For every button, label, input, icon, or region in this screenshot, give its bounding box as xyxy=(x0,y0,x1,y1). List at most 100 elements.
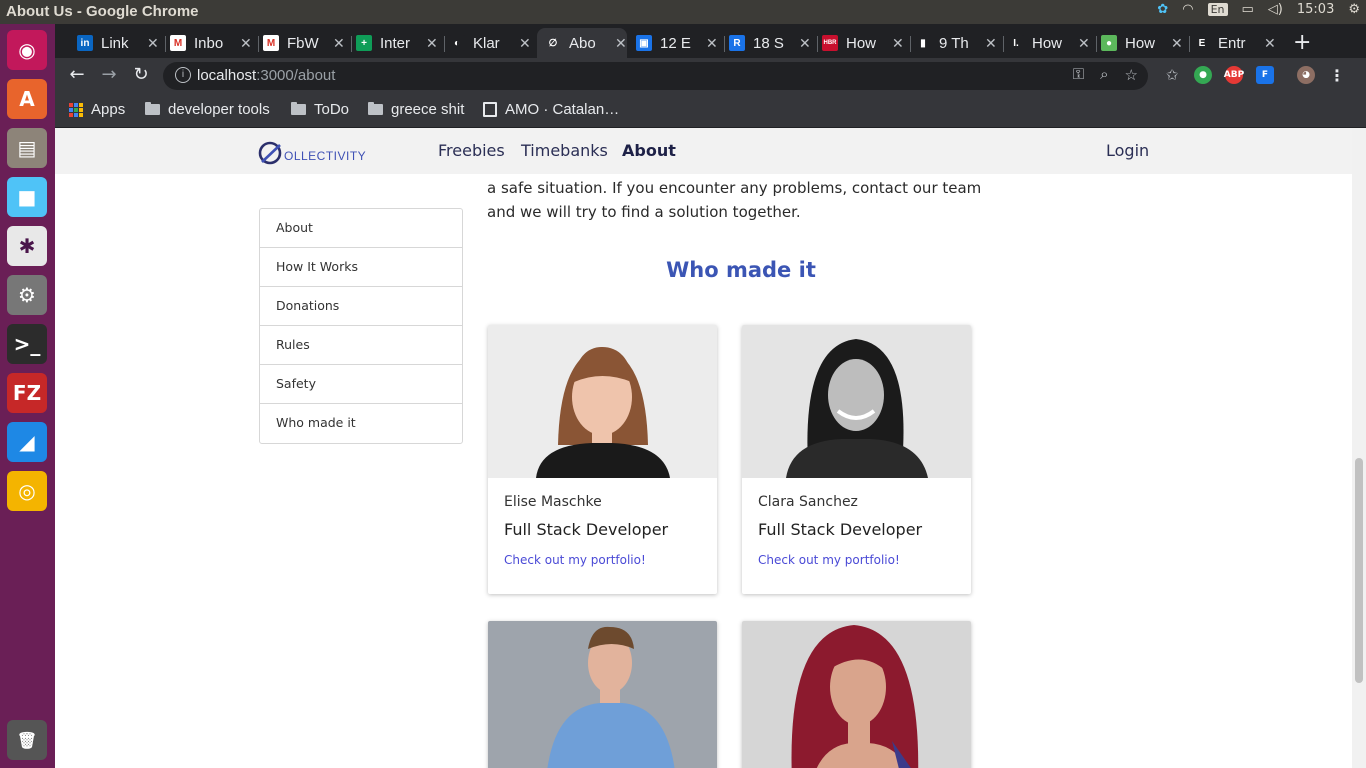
tab-close-icon[interactable]: ✕ xyxy=(519,35,531,52)
nav-login[interactable]: Login xyxy=(1106,141,1149,160)
bookmark-label: ToDo xyxy=(314,101,350,118)
browser-tab[interactable]: ∅ Abo ✕ xyxy=(537,28,627,58)
browser-tab[interactable]: in Link ✕ xyxy=(77,28,164,58)
menu-item-safety[interactable]: Safety xyxy=(260,365,462,404)
ubuntu-dash-icon[interactable]: ◉ xyxy=(7,30,47,70)
tab-close-icon[interactable]: ✕ xyxy=(892,35,904,52)
url-path: :3000/about xyxy=(256,67,336,84)
key-icon[interactable]: ⚿ xyxy=(1073,66,1084,84)
volume-icon[interactable]: ◁) xyxy=(1268,2,1283,17)
weather-icon[interactable]: ✿ xyxy=(1157,2,1168,17)
browser-tab[interactable]: ▣ 12 E ✕ xyxy=(636,28,723,58)
tab-close-icon[interactable]: ✕ xyxy=(1078,35,1090,52)
tab-close-icon[interactable]: ✕ xyxy=(333,35,345,52)
portrait-image xyxy=(488,325,717,478)
portfolio-link[interactable]: Check out my portfolio! xyxy=(758,553,971,567)
browser-tab[interactable]: E Entr ✕ xyxy=(1194,28,1281,58)
browser-tab[interactable]: + Inter ✕ xyxy=(356,28,443,58)
tab-favicon-icon: + xyxy=(356,35,372,51)
browser-tab[interactable]: ▮ 9 Th ✕ xyxy=(915,28,1002,58)
tab-title: How xyxy=(1125,34,1156,52)
trash-icon[interactable]: 🗑 xyxy=(7,720,47,760)
tab-favicon-icon: ▣ xyxy=(636,35,652,51)
url-text[interactable]: localhost:3000/about xyxy=(197,67,335,84)
files-icon[interactable]: ▤ xyxy=(7,128,47,168)
tab-title: 18 S xyxy=(753,34,784,52)
tab-close-icon[interactable]: ✕ xyxy=(1264,35,1276,52)
adblock-icon[interactable]: ABP xyxy=(1224,66,1244,84)
power-gear-icon[interactable]: ⚙ xyxy=(1348,2,1360,17)
new-tab-button[interactable]: + xyxy=(1293,30,1311,55)
menu-item-who-made-it[interactable]: Who made it xyxy=(260,404,462,443)
extension-green-icon[interactable]: ● xyxy=(1194,66,1212,84)
tab-close-icon[interactable]: ✕ xyxy=(799,35,811,52)
page-scrollbar[interactable] xyxy=(1352,128,1366,768)
about-side-menu: About How It Works Donations Rules Safet… xyxy=(259,208,463,444)
portfolio-link[interactable]: Check out my portfolio! xyxy=(504,553,717,567)
tab-favicon-icon: ◐ xyxy=(449,35,465,51)
filezilla-icon[interactable]: FZ xyxy=(7,373,47,413)
browser-tab[interactable]: M Inbo ✕ xyxy=(170,28,257,58)
extension-blue-icon[interactable]: F xyxy=(1256,66,1274,84)
tab-title: Link xyxy=(101,34,129,52)
menu-item-rules[interactable]: Rules xyxy=(260,326,462,365)
team-card xyxy=(742,621,971,768)
reload-button[interactable]: ↻ xyxy=(129,64,153,85)
menu-item-donations[interactable]: Donations xyxy=(260,287,462,326)
site-info-icon[interactable]: i xyxy=(175,67,191,83)
nav-timebanks[interactable]: Timebanks xyxy=(521,141,608,160)
terminal-icon[interactable]: >_ xyxy=(7,324,47,364)
browser-tab[interactable]: I. How ✕ xyxy=(1008,28,1095,58)
nav-about[interactable]: About xyxy=(622,141,676,160)
forward-button[interactable]: → xyxy=(97,64,121,85)
tab-title: How xyxy=(1032,34,1063,52)
bookmark-folder-todo[interactable]: ToDo xyxy=(291,101,349,118)
app-cube-icon[interactable]: ■ xyxy=(7,177,47,217)
browser-tab[interactable]: ◐ Klar ✕ xyxy=(449,28,536,58)
tab-title: 12 E xyxy=(660,34,691,52)
battery-icon[interactable]: ▭ xyxy=(1242,2,1254,17)
folder-icon xyxy=(368,102,383,115)
tab-close-icon[interactable]: ✕ xyxy=(985,35,997,52)
wifi-icon[interactable]: ◠ xyxy=(1182,2,1193,17)
tab-close-icon[interactable]: ✕ xyxy=(706,35,718,52)
menu-item-about[interactable]: About xyxy=(260,209,462,248)
tab-close-icon[interactable]: ✕ xyxy=(1171,35,1183,52)
clock[interactable]: 15:03 xyxy=(1297,2,1334,17)
menu-item-how-it-works[interactable]: How It Works xyxy=(260,248,462,287)
bookmark-folder-developer-tools[interactable]: developer tools xyxy=(145,101,270,118)
browser-tab[interactable]: ● How ✕ xyxy=(1101,28,1188,58)
chrome-icon[interactable]: ◎ xyxy=(7,471,47,511)
browser-tab[interactable]: M FbW ✕ xyxy=(263,28,350,58)
tab-close-icon[interactable]: ✕ xyxy=(426,35,438,52)
vscode-icon[interactable]: ◢ xyxy=(7,422,47,462)
tab-close-icon[interactable]: ✕ xyxy=(615,35,627,52)
extension-star-icon[interactable]: ✩ xyxy=(1163,66,1181,84)
settings-icon[interactable]: ⚙ xyxy=(7,275,47,315)
slack-icon[interactable]: ✱ xyxy=(7,226,47,266)
browser-tab[interactable]: HBR How ✕ xyxy=(822,28,909,58)
tab-favicon-icon: M xyxy=(263,35,279,51)
bookmark-folder-greece[interactable]: greece shit xyxy=(368,101,464,118)
tab-favicon-icon: ▮ xyxy=(915,35,931,51)
bookmark-star-icon[interactable]: ☆ xyxy=(1125,66,1138,84)
chrome-toolbar: ← → ↻ i localhost:3000/about ⚿ ⌕ ☆ ✩ ● A… xyxy=(55,58,1366,94)
keyboard-layout-indicator[interactable]: En xyxy=(1207,3,1228,16)
zoom-icon[interactable]: ⌕ xyxy=(1100,66,1108,84)
apps-grid-icon xyxy=(69,102,83,117)
profile-avatar-icon[interactable]: ◕ xyxy=(1297,66,1315,84)
software-center-icon[interactable]: A xyxy=(7,79,47,119)
menu-kebab-icon[interactable]: ⋮ xyxy=(1328,66,1346,85)
bookmark-apps[interactable]: Apps xyxy=(69,101,125,118)
scrollbar-thumb[interactable] xyxy=(1355,458,1363,683)
browser-tab[interactable]: R 18 S ✕ xyxy=(729,28,816,58)
address-bar[interactable]: i localhost:3000/about ⚿ ⌕ ☆ xyxy=(163,62,1148,90)
tab-favicon-icon: E xyxy=(1194,35,1210,51)
tab-close-icon[interactable]: ✕ xyxy=(240,35,252,52)
team-photo xyxy=(742,325,971,478)
back-button[interactable]: ← xyxy=(65,64,89,85)
nav-freebies[interactable]: Freebies xyxy=(438,141,505,160)
bookmark-amo[interactable]: AMO · Catalan… xyxy=(483,101,619,118)
collectivity-logo[interactable]: OLLECTIVITY xyxy=(258,140,366,166)
tab-close-icon[interactable]: ✕ xyxy=(147,35,159,52)
